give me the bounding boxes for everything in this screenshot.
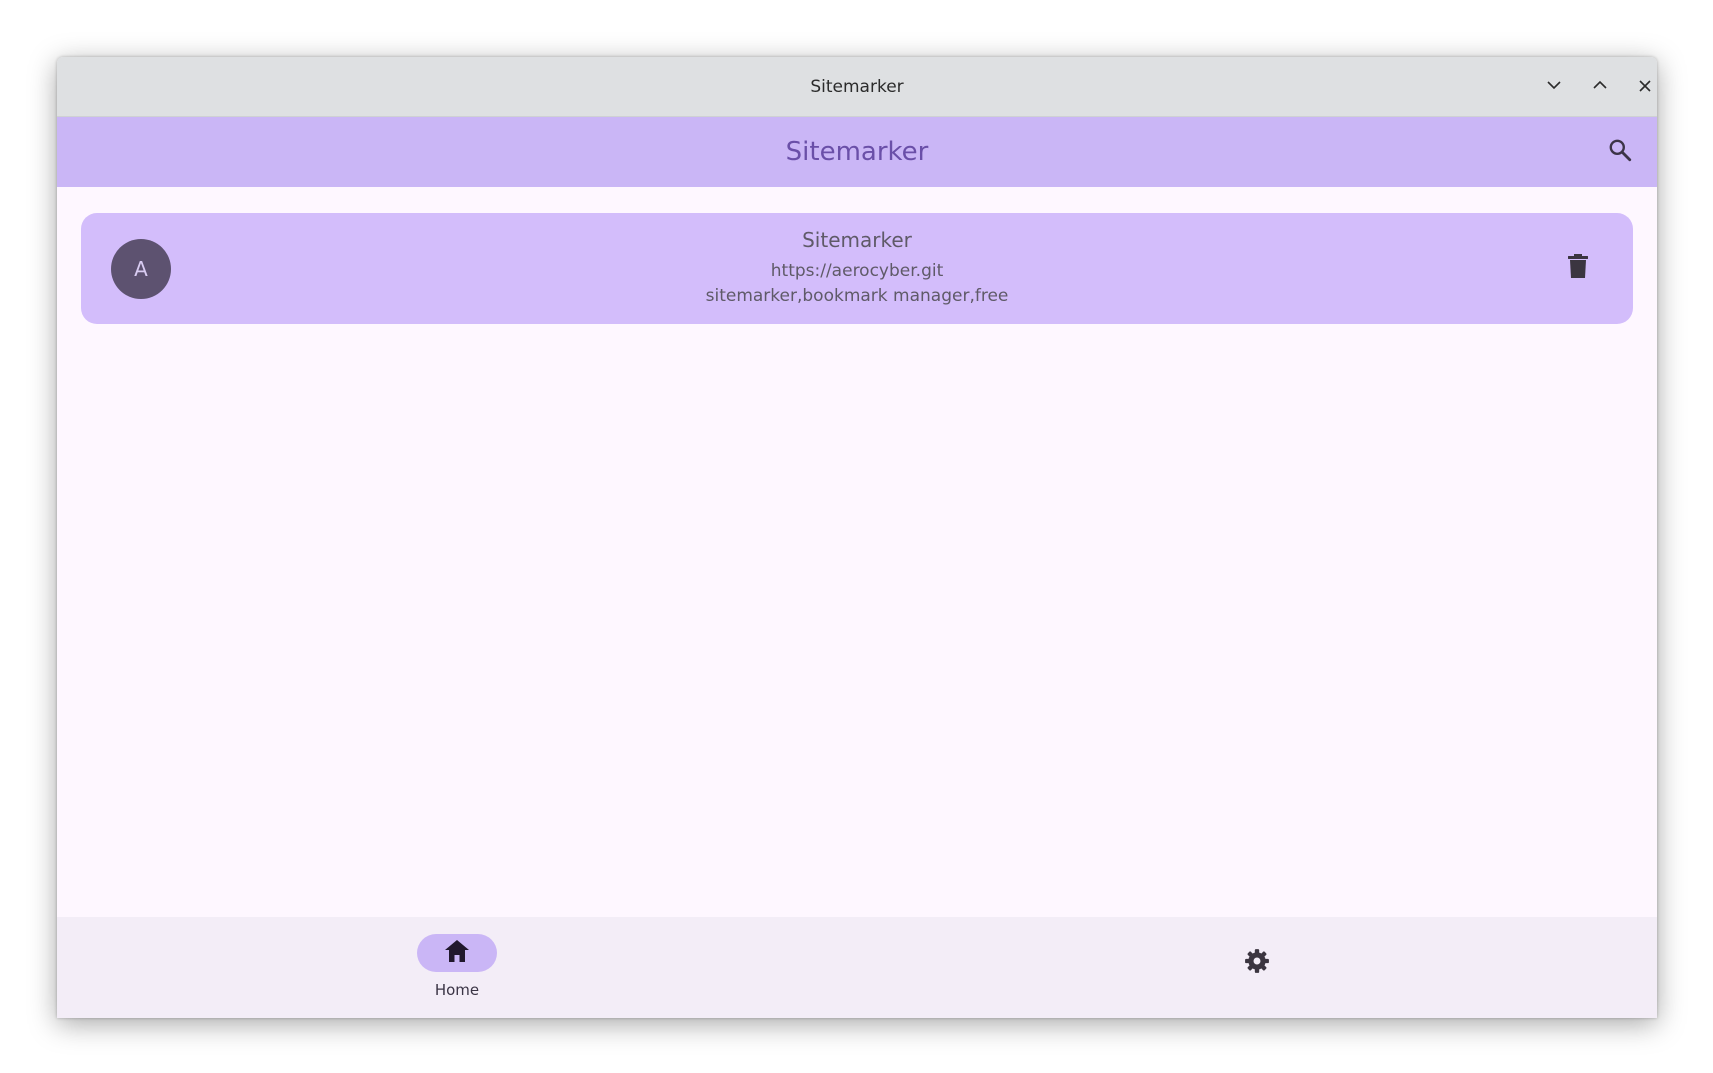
nav-item-home[interactable]: Home xyxy=(417,931,497,1001)
close-icon xyxy=(1638,78,1652,97)
nav-active-indicator xyxy=(417,934,497,972)
home-icon xyxy=(444,939,470,967)
window-title: Sitemarker xyxy=(810,77,904,97)
avatar: A xyxy=(111,239,171,299)
nav-item-settings[interactable] xyxy=(1239,945,1275,981)
bookmark-card[interactable]: A Sitemarker https://aerocyber.git sitem… xyxy=(81,213,1633,324)
nav-label-home: Home xyxy=(434,981,480,999)
app-window: Sitemarker Sitemarker A Sitemarker https… xyxy=(57,57,1657,1018)
search-button[interactable] xyxy=(1603,135,1637,169)
bookmark-list: A Sitemarker https://aerocyber.git sitem… xyxy=(57,187,1657,1018)
bookmark-tags: sitemarker,bookmark manager,free xyxy=(705,286,1009,306)
bottom-navigation: Home xyxy=(57,917,1657,1018)
minimize-icon xyxy=(1546,77,1562,97)
bookmark-details: Sitemarker https://aerocyber.git sitemar… xyxy=(201,225,1513,309)
delete-bookmark-button[interactable] xyxy=(1563,253,1593,283)
minimize-button[interactable] xyxy=(1539,72,1569,102)
bookmark-title: Sitemarker xyxy=(802,228,912,252)
close-button[interactable] xyxy=(1630,72,1657,102)
trash-icon xyxy=(1567,254,1589,282)
app-title: Sitemarker xyxy=(785,137,929,167)
app-bar: Sitemarker xyxy=(57,117,1657,187)
maximize-button[interactable] xyxy=(1585,72,1615,102)
bookmark-url: https://aerocyber.git xyxy=(770,261,944,281)
window-titlebar[interactable]: Sitemarker xyxy=(57,57,1657,117)
search-icon xyxy=(1607,137,1633,167)
maximize-icon xyxy=(1592,77,1608,97)
gear-icon xyxy=(1244,948,1270,978)
